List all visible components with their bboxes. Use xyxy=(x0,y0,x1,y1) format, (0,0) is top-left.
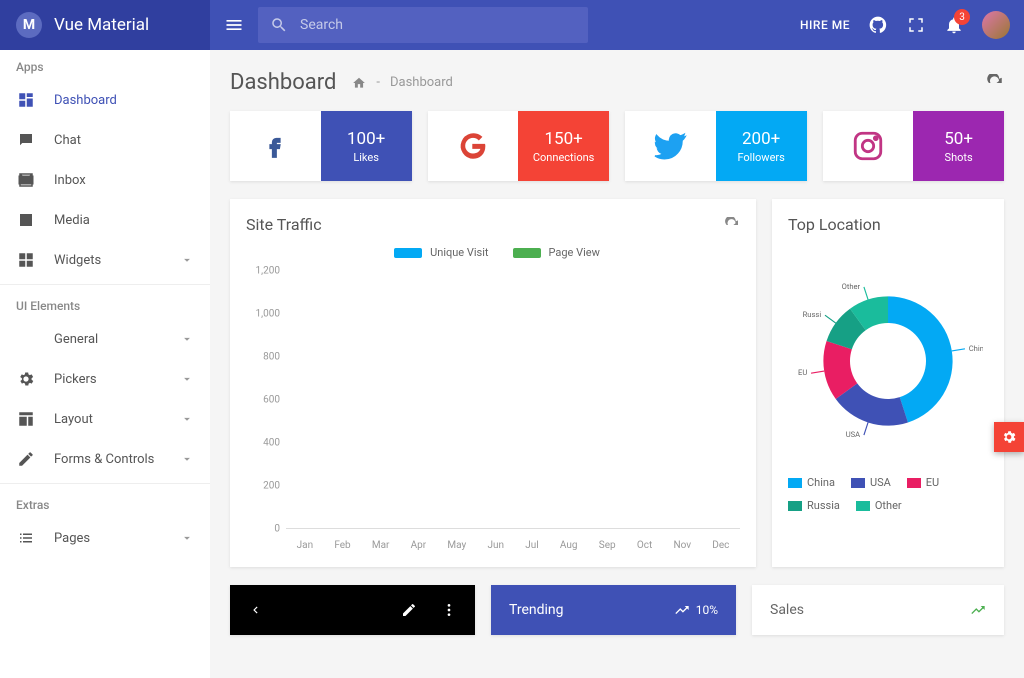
sidebar-item-chat[interactable]: Chat xyxy=(0,120,210,160)
gear-icon xyxy=(16,369,36,389)
settings-fab[interactable] xyxy=(994,422,1024,452)
dashboard-icon xyxy=(16,90,36,110)
fullscreen-icon[interactable] xyxy=(906,15,926,35)
app-name: Vue Material xyxy=(54,15,149,35)
traffic-refresh-button[interactable] xyxy=(724,217,740,233)
stat-label: Shots xyxy=(945,151,973,164)
svg-text:Other: Other xyxy=(842,282,861,291)
search-icon xyxy=(270,16,288,34)
sidebar-item-pickers[interactable]: Pickers xyxy=(0,359,210,399)
search-box[interactable] xyxy=(258,7,588,43)
sales-label: Sales xyxy=(770,602,804,618)
menu-toggle-button[interactable] xyxy=(224,15,244,35)
stats-row: 100+ Likes 150+ Connections 200+ Followe… xyxy=(230,111,1004,181)
hire-me-link[interactable]: HIRE ME xyxy=(800,18,850,32)
edit-icon xyxy=(16,449,36,469)
layout-icon xyxy=(16,409,36,429)
black-card[interactable] xyxy=(230,585,475,635)
svg-text:USA: USA xyxy=(846,430,860,439)
site-traffic-panel: Site Traffic Unique VisitPage View 02004… xyxy=(230,199,756,567)
location-legend: ChinaUSAEURussiaOther xyxy=(788,476,988,512)
svg-text:Russi: Russi xyxy=(803,310,822,319)
sidebar-item-general[interactable]: General xyxy=(0,319,210,359)
svg-text:EU: EU xyxy=(798,368,807,377)
facebook-icon xyxy=(230,111,321,181)
stat-value: 200+ xyxy=(742,129,780,149)
panel-title-location: Top Location xyxy=(788,215,881,234)
stat-value: 50+ xyxy=(944,129,973,149)
chevron-down-icon xyxy=(180,531,194,545)
chart-legend: Unique VisitPage View xyxy=(246,246,740,259)
google-icon xyxy=(428,111,519,181)
instagram-icon xyxy=(823,111,914,181)
stat-card-instagram[interactable]: 50+ Shots xyxy=(823,111,1005,181)
stat-card-google[interactable]: 150+ Connections xyxy=(428,111,610,181)
edit-icon[interactable] xyxy=(401,602,417,618)
svg-text:China: China xyxy=(969,344,983,353)
panel-title-traffic: Site Traffic xyxy=(246,215,322,234)
bottom-row: Trending 10% Sales xyxy=(230,585,1004,635)
trending-up-icon xyxy=(674,602,690,618)
chevron-down-icon xyxy=(180,372,194,386)
chevron-down-icon xyxy=(180,412,194,426)
sidebar-item-layout[interactable]: Layout xyxy=(0,399,210,439)
sales-card[interactable]: Sales xyxy=(752,585,1004,635)
sidebar-item-dashboard[interactable]: Dashboard xyxy=(0,80,210,120)
sidebar-item-media[interactable]: Media xyxy=(0,200,210,240)
more-icon[interactable] xyxy=(441,602,457,618)
user-avatar[interactable] xyxy=(982,11,1010,39)
github-icon[interactable] xyxy=(868,15,888,35)
stat-label: Likes xyxy=(353,151,379,164)
search-input[interactable] xyxy=(300,17,576,33)
top-location-panel: Top Location China USA EU Russi Other ChinaU… xyxy=(772,199,1004,567)
stat-label: Followers xyxy=(737,151,784,164)
stat-card-facebook[interactable]: 100+ Likes xyxy=(230,111,412,181)
trending-label: Trending xyxy=(509,602,564,618)
chevron-down-icon xyxy=(180,332,194,346)
sidebar-item-inbox[interactable]: Inbox xyxy=(0,160,210,200)
breadcrumb: - Dashboard xyxy=(352,75,452,90)
content-area: Dashboard - Dashboard 100+ Likes 150+ Co… xyxy=(210,50,1024,678)
sidebar-item-widgets[interactable]: Widgets xyxy=(0,240,210,280)
sidebar-item-forms-controls[interactable]: Forms & Controls xyxy=(0,439,210,479)
page-refresh-button[interactable] xyxy=(986,74,1004,92)
trending-up-icon xyxy=(970,602,986,618)
stat-label: Connections xyxy=(533,151,594,164)
location-donut-chart: China USA EU Russi Other xyxy=(788,246,988,466)
page-title: Dashboard xyxy=(230,70,336,95)
list-icon xyxy=(16,528,36,548)
sidebar-item-pages[interactable]: Pages xyxy=(0,518,210,558)
twitter-icon xyxy=(625,111,716,181)
chevron-down-icon xyxy=(180,452,194,466)
stat-value: 100+ xyxy=(347,129,385,149)
section-label: Apps xyxy=(0,50,210,80)
section-label: Extras xyxy=(0,488,210,518)
media-icon xyxy=(16,210,36,230)
notification-badge: 3 xyxy=(954,9,970,25)
chevron-left-icon[interactable] xyxy=(248,603,262,617)
sidebar-header: M Vue Material xyxy=(0,0,210,50)
topbar: HIRE ME 3 xyxy=(210,0,1024,50)
site-traffic-chart: 02004006008001,0001,200 JanFebMarAprMayJ… xyxy=(246,271,740,551)
stat-value: 150+ xyxy=(544,129,582,149)
sidebar: M Vue Material Apps Dashboard Chat Inbox… xyxy=(0,0,210,678)
chat-icon xyxy=(16,130,36,150)
section-label: UI Elements xyxy=(0,289,210,319)
logo-icon: M xyxy=(16,12,42,38)
trending-card[interactable]: Trending 10% xyxy=(491,585,736,635)
notifications-icon[interactable]: 3 xyxy=(944,15,964,35)
trending-pct: 10% xyxy=(696,603,718,617)
widgets-icon xyxy=(16,250,36,270)
home-icon[interactable] xyxy=(352,76,366,90)
stat-card-twitter[interactable]: 200+ Followers xyxy=(625,111,807,181)
page-header: Dashboard - Dashboard xyxy=(230,70,1004,95)
breadcrumb-current: Dashboard xyxy=(390,75,453,90)
chevron-down-icon xyxy=(180,253,194,267)
tune-icon xyxy=(16,329,36,349)
inbox-icon xyxy=(16,170,36,190)
